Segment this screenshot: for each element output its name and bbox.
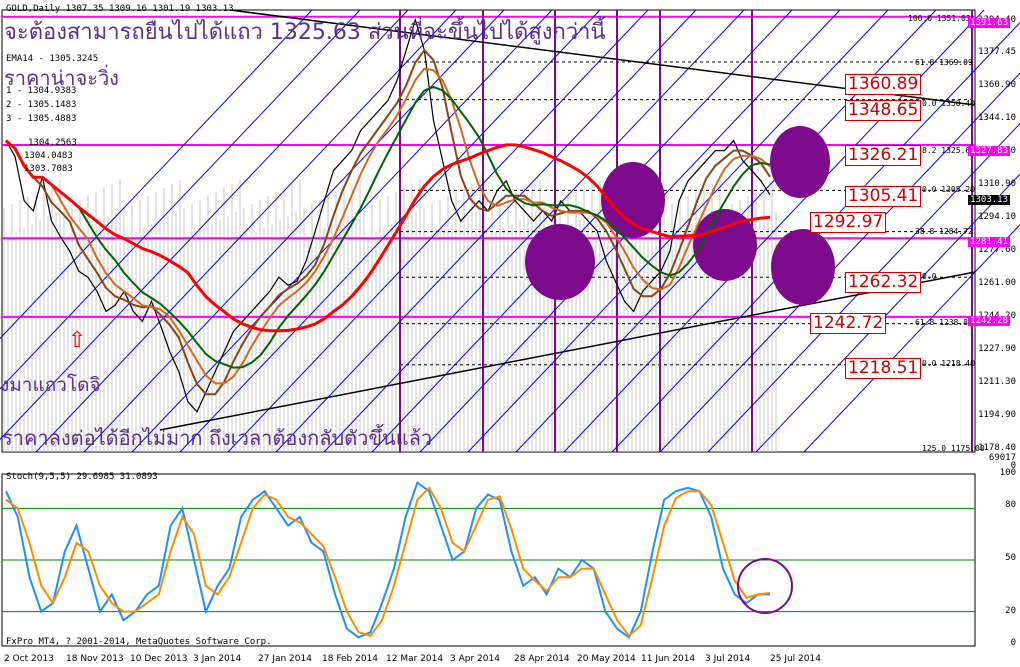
price-axis-tick: 1261.00 [978,278,1016,288]
date-tick: 27 Jan 2014 [258,654,312,664]
date-tick: 3 Jan 2014 [193,654,242,664]
fib-label: 125.0 1175.00 [922,444,985,453]
fib-label: 0.0 1350.40 [922,99,975,108]
copyright-text: FxPro MT4, ? 2001-2014, MetaQuotes Softw… [6,637,272,647]
purple-ellipse [525,224,595,300]
purple-ellipse [601,162,665,238]
stoch-axis-tick: 20 [1005,606,1016,616]
price-axis-tick: 1194.90 [978,410,1016,420]
stoch-axis-tick: 100 [999,468,1016,478]
price-axis-tick: 1294.10 [978,212,1016,222]
date-tick: 3 Apr 2014 [450,654,500,664]
price-label-3: 1326.21 [845,145,922,166]
stoch-title: Stoch(9,5,5) 29.6985 31.0893 [6,472,158,482]
fib-label: 61.8 1238.89 [915,318,973,327]
annotation-left: งมาแถวโดจิ [0,374,101,396]
stoch-axis-tick: 50 [1005,553,1016,563]
level-tag: 1281.41 [968,237,1010,247]
price-label-4: 1305.41 [845,186,922,207]
ma1-label: 1304.2563 [28,138,77,148]
date-tick: 10 Dec 2013 [130,654,188,664]
purple-ellipse [770,126,830,198]
fib-label: 100.0 1351.03 [908,14,971,23]
price-label-7: 1242.72 [810,313,887,334]
date-tick: 18 Nov 2013 [66,654,124,664]
level-tag: 1327.83 [968,146,1010,156]
date-tick: 2 Oct 2013 [4,654,54,664]
line3-label: 3 - 1305.4883 [6,114,77,124]
chart-window: GOLD,Daily 1307.35 1309.16 1301.19 1303.… [0,0,1020,667]
symbol-name: GOLD,Daily [6,4,61,14]
ohlc-values: 1307.35 1309.16 1301.19 1303.13 [65,4,234,14]
fib-label: 0.0 1218.40 [922,359,975,368]
level-tag: 1391.63 [968,18,1010,28]
annotation-top-2: ราคาน่าจะวิ่ง [4,66,119,90]
price-label-6: 1262.32 [845,272,922,293]
level-tag: 1242.28 [968,316,1010,326]
date-tick: 25 Jul 2014 [770,654,821,664]
date-tick: 28 Apr 2014 [514,654,570,664]
fib-label: 38.8 1284.72 [915,227,973,236]
annotation-top: จะต้องสามารถยืนไปได้แถว 1325.63 ส่วนที่จ… [4,20,606,45]
price-label-8: 1218.51 [845,358,922,379]
fib-label: 0.0 [922,272,937,281]
symbol-title: GOLD,Daily 1307.35 1309.16 1301.19 1303.… [6,4,234,14]
line2-label: 2 - 1305.1483 [6,100,77,110]
date-tick: 18 Feb 2014 [322,654,379,664]
stoch-axis-tick: 80 [1005,500,1016,510]
price-axis-tick: 1344.10 [978,113,1016,123]
price-axis-tick: 1377.45 [978,47,1016,57]
current-price-tag: 1303.13 [968,195,1010,205]
annotation-bottom: ราคาลงต่อได้อีกไม่มาก ถึงเวลาต้องกลับตัว… [2,426,433,450]
date-tick: 11 Jun 2014 [641,654,696,664]
ma3-label: 1303.7083 [24,164,73,174]
fib-label: 0.0 1305.20 [922,185,975,194]
price-axis-tick: 1211.30 [978,377,1016,387]
date-tick: 20 May 2014 [577,654,636,664]
price-label-2: 1348.65 [845,100,922,121]
fib-label: 8.2 1325.69 [922,146,975,155]
price-axis-tick: 1227.90 [978,344,1016,354]
fib-label: 61.8 1369.09 [915,58,973,67]
date-tick: 3 Jul 2014 [705,654,751,664]
price-chart [0,9,1020,453]
price-label-1: 1360.89 [845,74,922,95]
price-label-5: 1292.97 [810,212,887,233]
price-axis-tick: 1360.90 [978,80,1016,90]
ma2-label: 1304.0483 [24,151,73,161]
up-arrow-icon: ⇧ [68,328,87,353]
price-axis-tick: 1178.40 [978,443,1016,453]
purple-ellipse [771,229,835,305]
price-axis-tick: 1310.90 [978,179,1016,189]
date-tick: 12 Mar 2014 [386,654,444,664]
stoch-axis-tick: 0 [1010,638,1016,648]
